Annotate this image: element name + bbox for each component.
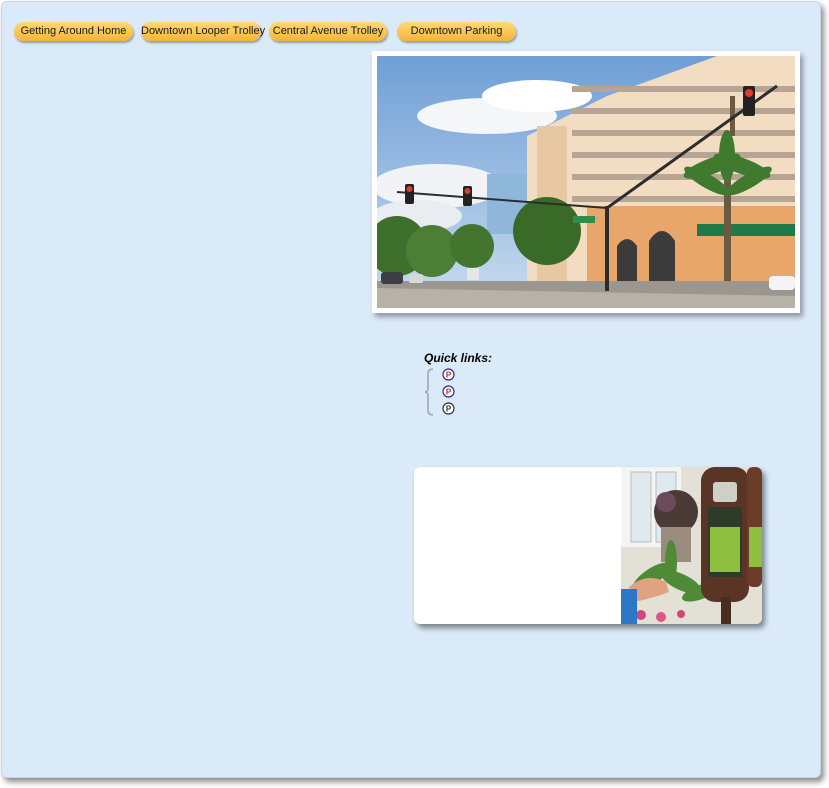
parking-meter-card [414, 467, 762, 624]
parking-icon[interactable]: P [442, 368, 455, 381]
tab-getting-around-home[interactable]: Getting Around Home [14, 22, 133, 41]
svg-text:P: P [446, 388, 452, 397]
brace-icon [424, 368, 434, 416]
parking-icon[interactable]: P [442, 385, 455, 398]
street-photo-frame [372, 51, 800, 313]
quick-links-title: Quick links: [424, 351, 493, 365]
svg-text:P: P [446, 371, 452, 380]
parking-icon[interactable]: P [442, 402, 455, 415]
tab-downtown-looper-trolley[interactable]: Downtown Looper Trolley [141, 22, 265, 41]
parking-meter-photo [621, 467, 762, 624]
page-frame: Getting Around Home Downtown Looper Trol… [1, 1, 821, 778]
street-photo [377, 56, 795, 308]
tab-downtown-parking[interactable]: Downtown Parking [397, 22, 516, 41]
tab-central-avenue-trolley[interactable]: Central Avenue Trolley [269, 22, 387, 41]
svg-text:P: P [446, 405, 452, 414]
